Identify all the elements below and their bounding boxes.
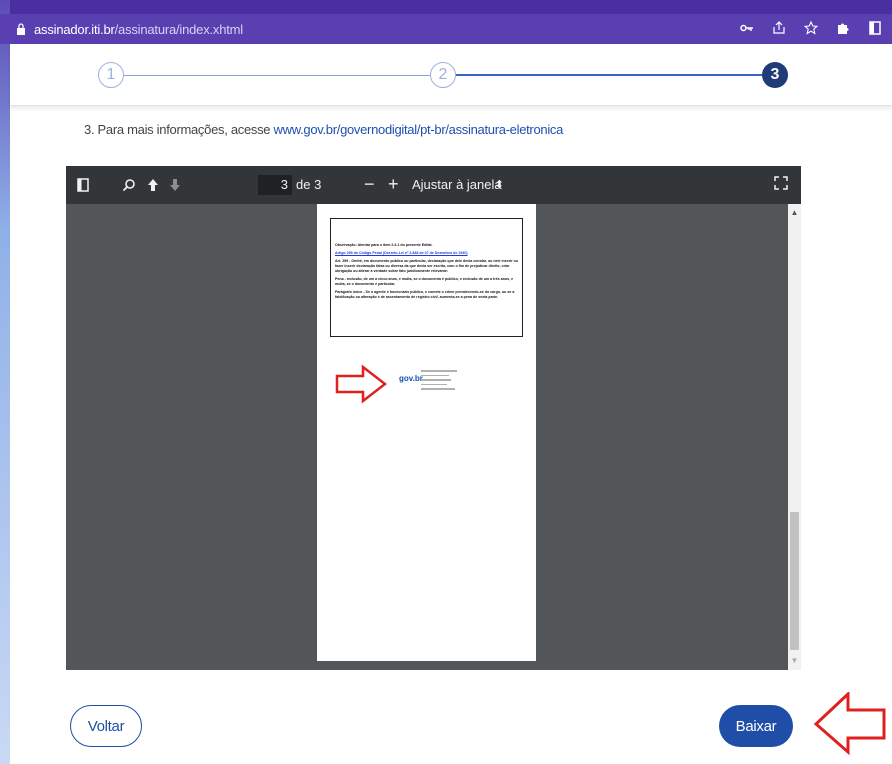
page-total: de 3 (296, 177, 322, 192)
back-button[interactable]: Voltar (70, 705, 142, 747)
digital-signature-stamp (421, 370, 457, 393)
fullscreen-icon[interactable] (774, 176, 790, 192)
url-host: assinador.iti.br (34, 21, 115, 37)
zoom-out-button[interactable]: − (364, 174, 375, 195)
chevron-down-icon: ⬍ (494, 179, 504, 191)
url-path: /assinatura/index.xhtml (114, 21, 244, 37)
sidepanel-icon[interactable] (866, 19, 884, 37)
bookmark-star-icon[interactable] (802, 19, 820, 37)
doc-observation: Observação: Atentar para o item 2.4.1 do… (335, 243, 433, 247)
previous-page-icon[interactable] (144, 176, 162, 194)
annotation-arrow-left-icon (813, 692, 886, 756)
document-notice-box: Observação: Atentar para o item 2.4.1 do… (330, 218, 523, 337)
download-button[interactable]: Baixar (719, 705, 793, 747)
lock-icon (14, 22, 28, 36)
share-icon[interactable] (770, 19, 788, 37)
info-text: 3. Para mais informações, acesse www.gov… (84, 122, 563, 137)
zoom-in-button[interactable]: + (388, 174, 399, 195)
scroll-up-icon[interactable]: ▲ (790, 208, 799, 217)
stepper-line-1 (124, 75, 430, 76)
annotation-arrow-right-icon (335, 364, 387, 404)
info-label: 3. Para mais informações, acesse (84, 122, 274, 137)
key-icon[interactable] (738, 19, 756, 37)
sidebar-toggle-icon[interactable] (74, 176, 92, 194)
info-link[interactable]: www.gov.br/governodigital/pt-br/assinatu… (274, 122, 564, 137)
stepper-line-2 (456, 74, 762, 76)
scrollbar-thumb[interactable] (790, 512, 799, 650)
url-text[interactable]: assinador.iti.br/assinatura/index.xhtml (34, 22, 243, 37)
pdf-page: Observação: Atentar para o item 2.4.1 do… (317, 204, 536, 661)
step-2[interactable]: 2 (430, 62, 456, 88)
doc-paragraph-3: Parágrafo único - Se o agente é funcioná… (335, 290, 515, 299)
browser-top-strip (0, 0, 892, 14)
pdf-viewer[interactable]: 3 de 3 − + Ajustar à janela ⬍ Observação… (66, 166, 801, 670)
next-page-icon[interactable] (166, 176, 184, 194)
zoom-select[interactable]: Ajustar à janela ⬍ (408, 175, 508, 195)
search-icon[interactable] (120, 176, 138, 194)
doc-paragraph-2: Pena - reclusão, de um a cinco anos, e m… (335, 277, 514, 286)
pdf-toolbar: 3 de 3 − + Ajustar à janela ⬍ (66, 166, 801, 204)
window-frame-left (0, 0, 10, 764)
address-bar[interactable]: assinador.iti.br/assinatura/index.xhtml (0, 14, 892, 44)
progress-stepper: 1 2 3 (10, 44, 892, 106)
zoom-select-value: Ajustar à janela (412, 177, 502, 192)
step-3-current[interactable]: 3 (762, 62, 788, 88)
page-number-input[interactable]: 3 (258, 175, 292, 195)
step-1[interactable]: 1 (98, 62, 124, 88)
doc-article-link[interactable]: Artigo 299 do Código Penal (Decreto-Lei … (335, 251, 518, 256)
govbr-logo: gov.br (399, 374, 423, 383)
extensions-puzzle-icon[interactable] (834, 19, 852, 37)
scroll-down-icon[interactable]: ▼ (790, 656, 799, 665)
doc-paragraph-1: Art. 299 - Omitir, em documento público … (335, 259, 518, 273)
